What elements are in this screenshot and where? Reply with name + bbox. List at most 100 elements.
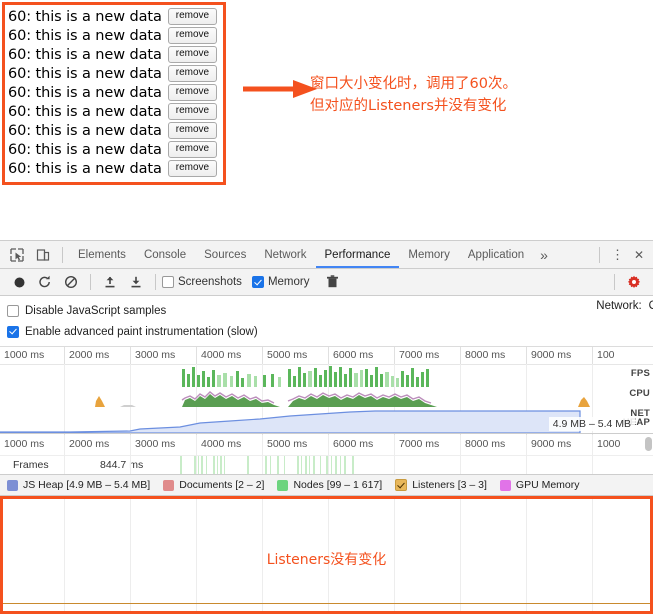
tab-elements[interactable]: Elements [69, 241, 135, 268]
gpu-memory-label: GPU Memory [515, 479, 580, 491]
close-devtools-icon[interactable]: ✕ [629, 248, 649, 262]
network-value: Online [649, 300, 653, 312]
listeners-checkbox[interactable] [395, 479, 408, 491]
network-label: Network: [596, 300, 642, 312]
remove-button[interactable]: remove [167, 84, 218, 101]
documents-label: Documents [2 – 2] [179, 479, 265, 491]
frames-scrollbar-thumb[interactable] [645, 437, 652, 451]
legend-item-js-heap[interactable]: JS Heap [4.9 MB – 5.4 MB] [7, 479, 150, 491]
list-item: 60: this is a new data remove [8, 64, 223, 83]
disable-js-samples-checkbox[interactable] [7, 304, 19, 317]
legend-item-gpu-memory[interactable]: GPU Memory [499, 479, 580, 491]
controlbar-divider-1 [90, 274, 91, 290]
collect-garbage-icon[interactable] [319, 270, 345, 294]
frames-ruler: 1000 ms 2000 ms 3000 ms 4000 ms 5000 ms … [0, 434, 653, 456]
network-setting-wrap: Network: Online ▼ [166, 300, 653, 321]
remove-button[interactable]: remove [167, 103, 218, 120]
frames-bars-graph [180, 456, 354, 474]
memory-checkbox[interactable] [251, 276, 264, 288]
cpu-setting-wrap: CPU: No throttling ▼ [258, 321, 653, 342]
reload-and-record-icon[interactable] [32, 270, 58, 294]
legend-item-documents[interactable]: Documents [2 – 2] [163, 479, 264, 491]
list-item: 60: this is a new data remove [8, 102, 223, 121]
performance-controlbar: Screenshots Memory [0, 269, 653, 296]
remove-button[interactable]: remove [167, 122, 218, 139]
ruler-tick: 8000 ms [460, 347, 526, 364]
tab-console[interactable]: Console [135, 241, 195, 268]
memory-label[interactable]: Memory [268, 276, 310, 288]
remove-button[interactable]: remove [167, 8, 218, 25]
save-profile-icon[interactable] [123, 270, 149, 294]
track-label-cpu: CPU [629, 388, 650, 399]
js-heap-label: JS Heap [4.9 MB – 5.4 MB] [23, 479, 151, 491]
annotation-text: 窗口大小变化时，调用了60次。 但对应的Listeners并没有变化 [310, 76, 517, 114]
controlbar-divider-3 [614, 274, 615, 290]
frames-tick: 6000 ms [328, 434, 394, 455]
frames-tick: 9000 ms [526, 434, 592, 455]
ruler-tick: 7000 ms [394, 347, 460, 364]
tab-sources[interactable]: Sources [195, 241, 255, 268]
legend-item-listeners[interactable]: Listeners [3 – 3] [395, 479, 487, 491]
screenshots-checkbox[interactable] [162, 276, 174, 288]
devtools-panel: Elements Console Sources Network Perform… [0, 240, 653, 615]
more-tabs-icon[interactable]: » [533, 247, 555, 263]
ruler-tick: 9000 ms [526, 347, 592, 364]
list-item-label: 60: this is a new data [8, 46, 162, 63]
frames-tick: 5000 ms [262, 434, 328, 455]
remove-button[interactable]: remove [167, 46, 218, 63]
controlbar-divider-2 [155, 274, 156, 290]
list-item-label: 60: this is a new data [8, 141, 162, 158]
list-item: 60: this is a new data remove [8, 45, 223, 64]
devtools-menu-icon[interactable]: ⋮ [606, 247, 629, 263]
list-item: 60: this is a new data remove [8, 7, 223, 26]
advanced-paint-checkbox[interactable] [7, 325, 19, 338]
ruler-tick: 4000 ms [196, 347, 262, 364]
remove-button[interactable]: remove [167, 141, 218, 158]
cpu-track-graph [95, 391, 590, 407]
setting-row-paint-instrumentation: Enable advanced paint instrumentation (s… [0, 321, 653, 342]
counters-graph[interactable]: Listeners没有变化 [0, 496, 653, 614]
frames-tick: 2000 ms [64, 434, 130, 455]
legend-item-nodes[interactable]: Nodes [99 – 1 617] [277, 479, 382, 491]
record-button[interactable] [6, 270, 32, 294]
list-item-label: 60: this is a new data [8, 103, 162, 120]
devtools-tabbar: Elements Console Sources Network Perform… [0, 241, 653, 269]
inspect-element-icon[interactable] [4, 243, 30, 267]
disable-js-samples-label[interactable]: Disable JavaScript samples [25, 305, 166, 317]
remove-button[interactable]: remove [167, 65, 218, 82]
advanced-paint-label[interactable]: Enable advanced paint instrumentation (s… [25, 326, 258, 338]
page-under-test: 60: this is a new data remove 60: this i… [0, 0, 653, 232]
clear-recording-icon[interactable] [58, 270, 84, 294]
frames-tick: 4000 ms [196, 434, 262, 455]
frames-tick: 3000 ms [130, 434, 196, 455]
screenshots-label[interactable]: Screenshots [178, 276, 242, 288]
annotation-arrow-icon [243, 80, 317, 98]
heap-track-graph [0, 410, 581, 433]
list-item-label: 60: this is a new data [8, 84, 162, 101]
counters-annotation-text: Listeners没有变化 [266, 552, 387, 568]
nodes-swatch-icon [277, 479, 289, 491]
device-toolbar-icon[interactable] [30, 243, 56, 267]
list-item: 60: this is a new data remove [8, 140, 223, 159]
tab-performance[interactable]: Performance [315, 241, 400, 268]
network-throttling-select[interactable]: Network: Online ▼ [596, 300, 653, 312]
listeners-label: Listeners [3 – 3] [412, 479, 487, 491]
ruler-tick: 2000 ms [64, 347, 130, 364]
track-label-fps: FPS [630, 368, 650, 379]
remove-button[interactable]: remove [167, 27, 218, 44]
frames-tick: 8000 ms [460, 434, 526, 455]
heap-range-label: 4.9 MB – 5.4 MB [548, 417, 635, 431]
tab-memory[interactable]: Memory [399, 241, 459, 268]
load-profile-icon[interactable] [97, 270, 123, 294]
list-item: 60: this is a new data remove [8, 26, 223, 45]
list-item-label: 60: this is a new data [8, 27, 162, 44]
remove-button[interactable]: remove [167, 160, 218, 177]
capture-settings-gear-icon[interactable] [621, 270, 647, 294]
frames-strip[interactable]: 1000 ms 2000 ms 3000 ms 4000 ms 5000 ms … [0, 434, 653, 475]
js-heap-swatch-icon [7, 479, 18, 491]
ruler-tick: 3000 ms [130, 347, 196, 364]
timeline-overview[interactable]: 1000 ms 2000 ms 3000 ms 4000 ms 5000 ms … [0, 347, 653, 434]
tab-network[interactable]: Network [255, 241, 315, 268]
list-item: 60: this is a new data remove [8, 121, 223, 140]
tab-application[interactable]: Application [459, 241, 533, 268]
